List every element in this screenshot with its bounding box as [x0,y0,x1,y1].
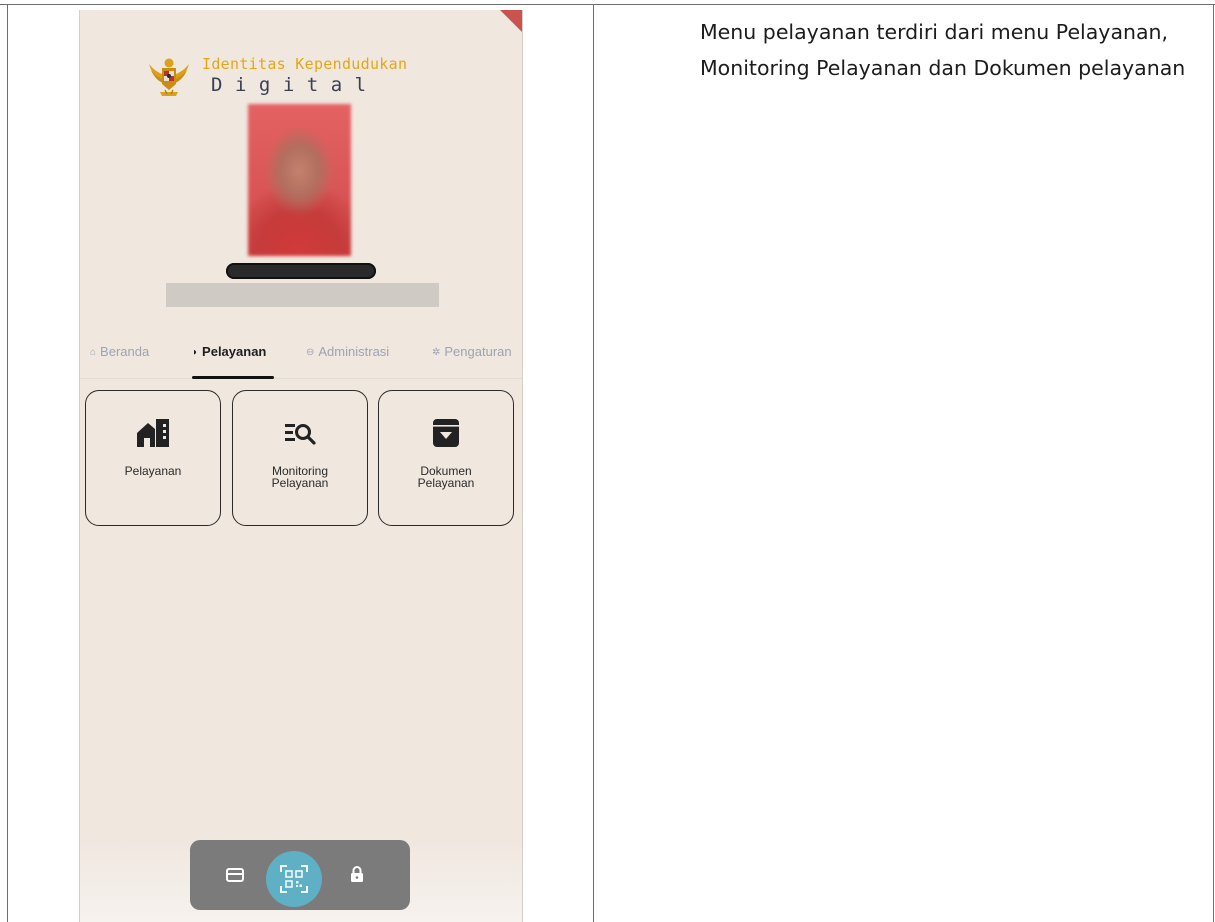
menu-label: Pelayanan [124,464,182,478]
tab-label: Pengaturan [444,344,512,359]
tab-bar: ⌂ Beranda ◗ Pelayanan ⊖ Administrasi ✲ P… [80,344,522,379]
menu-card-monitoring-pelayanan[interactable]: Monitoring Pelayanan [232,390,368,526]
tab-label: Administrasi [318,344,390,359]
qr-scan-icon [280,865,308,893]
active-tab-indicator [192,376,274,379]
card-icon[interactable] [226,867,244,883]
profile-photo [248,104,351,256]
building-icon [137,419,169,447]
archive-download-icon [433,419,459,447]
qr-scan-button[interactable] [266,851,322,907]
table-border-middle [593,4,594,922]
bottom-navigation [190,840,410,910]
tab-administrasi[interactable]: ⊖ Administrasi [306,344,389,378]
list-search-icon [285,424,316,445]
home-icon: ⌂ [90,347,97,358]
tab-pengaturan[interactable]: ✲ Pengaturan [432,344,512,378]
table-border-top [0,4,1215,5]
menu-card-dokumen-pelayanan[interactable]: Dokumen Pelayanan [378,390,514,526]
tab-label: Beranda [100,344,150,359]
service-icon: ◗ [192,347,199,358]
description-text: Menu pelayanan terdiri dari menu Pelayan… [700,20,1186,80]
phone-screenshot: Identitas Kependudukan Digital ⌂ Beranda… [79,10,523,922]
app-subtitle: Digital [211,74,379,96]
table-border-right [1213,4,1214,922]
debug-banner-corner [500,10,522,32]
tab-pelayanan[interactable]: ◗ Pelayanan [192,344,266,378]
garuda-emblem-icon [149,58,189,96]
menu-label: Monitoring Pelayanan [271,464,329,490]
nik-redacted [166,283,439,307]
gear-icon: ✲ [432,347,441,358]
tab-beranda[interactable]: ⌂ Beranda [90,344,149,378]
table-border-left [7,4,8,922]
menu-label: Dokumen Pelayanan [417,464,475,490]
user-circle-icon: ⊖ [306,347,315,358]
tab-label: Pelayanan [202,344,267,359]
name-redacted [226,263,376,279]
app-title: Identitas Kependudukan [202,55,408,73]
menu-card-pelayanan[interactable]: Pelayanan [85,390,221,526]
lock-icon[interactable] [350,865,364,883]
